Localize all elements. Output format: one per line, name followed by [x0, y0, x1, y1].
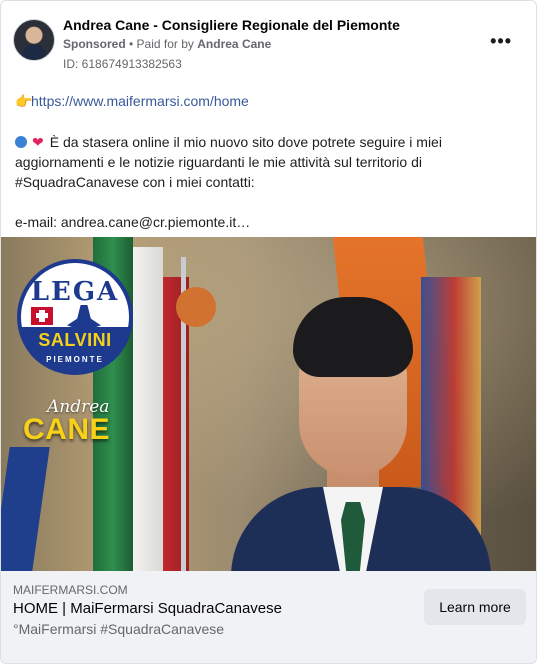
paid-for-label: • Paid for by [129, 37, 194, 51]
page-name[interactable]: Andrea Cane - Consigliere Regionale del … [63, 17, 400, 33]
link-line: 👉https://www.maifermarsi.com/home [15, 91, 522, 111]
logo-salvini-text: SALVINI [38, 330, 112, 350]
flag-tassel [176, 287, 216, 327]
signature-last-name: CANE [23, 413, 111, 446]
email-line: e-mail: andrea.cane@cr.piemonte.it… [15, 214, 251, 230]
sponsored-label: Sponsored [63, 37, 126, 51]
link-headline[interactable]: HOME | MaiFermarsi SquadraCanavese [13, 600, 282, 617]
link-description: °MaiFermarsi #SquadraCanavese [13, 621, 225, 637]
flag-white-stripe [133, 247, 163, 571]
logo-lega-text: LEGA [30, 277, 120, 307]
savoy-cross-icon [31, 307, 53, 325]
website-link[interactable]: https://www.maifermarsi.com/home [31, 93, 249, 109]
logo-piemonte-text: PIEMONTE [46, 355, 104, 364]
payer-name: Andrea Cane [197, 37, 272, 51]
main-text-line: ❤ È da stasera online il mio nuovo sito d… [15, 132, 522, 192]
pointing-hand-icon: 👉 [15, 93, 33, 109]
portrait [231, 297, 491, 571]
hair [293, 297, 413, 377]
red-heart-icon: ❤ [32, 134, 44, 150]
post-header: Andrea Cane - Consigliere Regionale del … [13, 15, 524, 71]
learn-more-button[interactable]: Learn more [424, 589, 526, 625]
post-body: 👉https://www.maifermarsi.com/home ❤ È da … [15, 91, 522, 232]
more-dots-icon[interactable]: ••• [490, 31, 512, 52]
ad-id: ID: 618674913382563 [63, 57, 182, 71]
lega-logo: LEGA SALVINI PIEMONTE [17, 259, 133, 375]
page-avatar[interactable] [13, 19, 55, 61]
link-preview-footer[interactable]: MAIFERMARSI.COM HOME | MaiFermarsi Squad… [1, 571, 536, 663]
blue-circle-icon [15, 136, 27, 148]
main-text: È da stasera online il mio nuovo sito do… [15, 134, 442, 190]
ad-card: Andrea Cane - Consigliere Regionale del … [0, 0, 537, 664]
link-domain: MAIFERMARSI.COM [13, 583, 128, 597]
sponsored-meta: Sponsored • Paid for by Andrea Cane [63, 37, 271, 51]
ad-image[interactable]: LEGA SALVINI PIEMONTE Andrea CANE [1, 237, 536, 571]
